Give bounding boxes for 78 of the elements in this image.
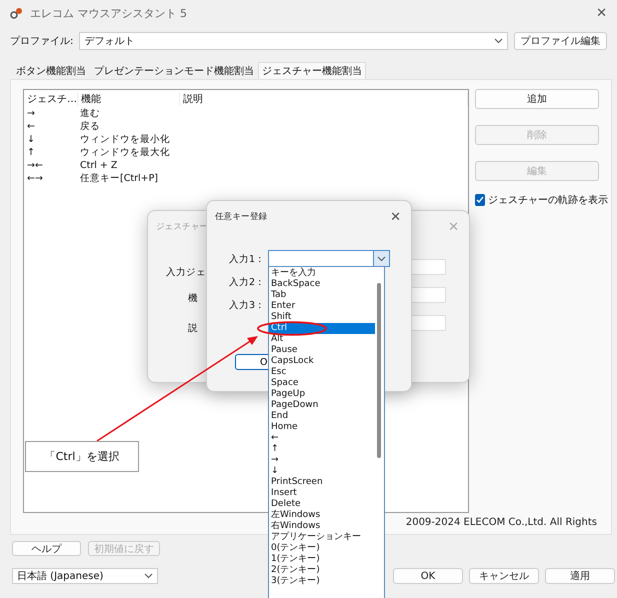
select-field[interactable] [410, 287, 446, 303]
input-field[interactable] [410, 259, 446, 275]
side-button[interactable]: 追加 [475, 89, 599, 109]
dropdown-option[interactable]: キーを入力 [269, 268, 375, 279]
dropdown-option[interactable]: Home [269, 422, 375, 433]
dialog-button[interactable]: 適用 [545, 568, 615, 584]
gesture-cell-text: ↓ [26, 134, 36, 145]
dropdown-option[interactable]: Insert [269, 488, 375, 499]
field-label: 説 [188, 322, 198, 335]
scrollbar-thumb[interactable] [377, 283, 381, 458]
dropdown-option[interactable]: BackSpace [269, 279, 375, 290]
profile-edit-button[interactable]: プロファイル編集 [514, 32, 607, 50]
column-header[interactable]: ジェスチ… [24, 92, 78, 106]
dropdown-option[interactable]: PageDown [269, 400, 375, 411]
key-combo-box[interactable] [268, 250, 390, 267]
dropdown-option[interactable]: PrintScreen [269, 477, 375, 488]
function-cell-text: Ctrl + Z [79, 160, 118, 171]
close-button[interactable]: ✕ [596, 6, 607, 20]
gesture-cell-text: → [26, 108, 36, 119]
chevron-down-icon [144, 573, 153, 579]
gesture-cell-text: ←→ [26, 173, 44, 184]
highlight-ellipse [257, 321, 327, 336]
profile-select[interactable]: デフォルト [79, 32, 508, 50]
function-cell-text: 戻る [79, 120, 101, 133]
dropdown-option[interactable]: 2(テンキー) [269, 565, 375, 576]
dropdown-option[interactable]: Alt [269, 334, 375, 345]
key-dropdown-list[interactable]: キーを入力 BackSpace Tab Enter Shift Ctrl Alt Pause CapsLock Esc Space PageUp PageDown End Home ← ↑ → ↓ PrintScreen Insert Delete 左Windows 右Windows アプリケーションキー 0(テンキー) 1(テンキー) 2(テンキー) 3(テンキー) [268, 266, 385, 598]
dropdown-option[interactable]: → [269, 455, 375, 466]
dropdown-option[interactable]: ↑ [269, 444, 375, 455]
dropdown-option[interactable]: Shift [269, 312, 375, 323]
dropdown-option[interactable]: 1(テンキー) [269, 554, 375, 565]
dropdown-option[interactable]: Esc [269, 367, 375, 378]
input-label: 入力2： [229, 276, 266, 289]
dropdown-option[interactable]: Tab [269, 290, 375, 301]
column-header[interactable]: 機能 [78, 92, 180, 106]
gesture-cell-text: ← [26, 121, 36, 132]
function-cell-text: ウィンドウを最小化 [79, 133, 171, 146]
dropdown-option[interactable]: ← [269, 433, 375, 444]
window-title: エレコム マウスアシスタント 5 [30, 6, 188, 20]
dropdown-option[interactable]: 右Windows [269, 521, 375, 532]
dropdown-option[interactable]: Enter [269, 301, 375, 312]
dropdown-option[interactable]: Delete [269, 499, 375, 510]
function-cell-text: 進む [79, 107, 101, 120]
dropdown-option[interactable]: 左Windows [269, 510, 375, 521]
field-label: 機 [188, 292, 198, 305]
column-header[interactable]: 説明 [180, 92, 468, 106]
language-select[interactable]: 日本語 (Japanese) [12, 568, 158, 584]
dropdown-option[interactable]: 3(テンキー) [269, 576, 375, 587]
app-logo-icon [10, 6, 24, 20]
checkbox[interactable] [475, 194, 485, 206]
input-field[interactable] [410, 315, 446, 331]
dropdown-option[interactable]: PageUp [269, 389, 375, 400]
dropdown-option[interactable]: Pause [269, 345, 375, 356]
chevron-down-icon [494, 38, 503, 44]
tab[interactable]: ジェスチャー機能割当 [258, 62, 366, 79]
input-label: 入力1： [229, 253, 266, 266]
dropdown-option[interactable]: Ctrl [269, 323, 375, 334]
annotation-callout: 「Ctrl」を選択 [25, 441, 139, 472]
dropdown-option[interactable]: Space [269, 378, 375, 389]
checkbox-label: ジェスチャーの軌跡を表示 [488, 194, 608, 207]
function-cell-text: ウィンドウを最大化 [79, 146, 171, 159]
copyright-text: 2009-2024 ELECOM Co.,Ltd. All Rights [406, 517, 597, 528]
dropdown-option[interactable]: アプリケーションキー [269, 532, 375, 543]
dropdown-option[interactable]: ↓ [269, 466, 375, 477]
dropdown-option[interactable]: 0(テンキー) [269, 543, 375, 554]
dialog-title: 任意キー登録 [215, 211, 268, 223]
gesture-cell-text: →← [26, 160, 44, 171]
function-cell-text: 任意キー[Ctrl+P] [79, 172, 160, 185]
dialog-button[interactable]: キャンセル [469, 568, 539, 584]
dialog-button[interactable]: OK [393, 568, 463, 584]
chevron-down-icon [377, 256, 386, 262]
field-label: 入力ジェ [166, 266, 206, 279]
input-label: 入力3： [229, 299, 266, 312]
close-button[interactable]: ✕ [390, 210, 401, 224]
dropdown-option[interactable]: End [269, 411, 375, 422]
gesture-cell-text: ↑ [26, 147, 36, 158]
footer-button[interactable]: ヘルプ [12, 541, 81, 556]
profile-label: プロファイル: [10, 34, 74, 48]
